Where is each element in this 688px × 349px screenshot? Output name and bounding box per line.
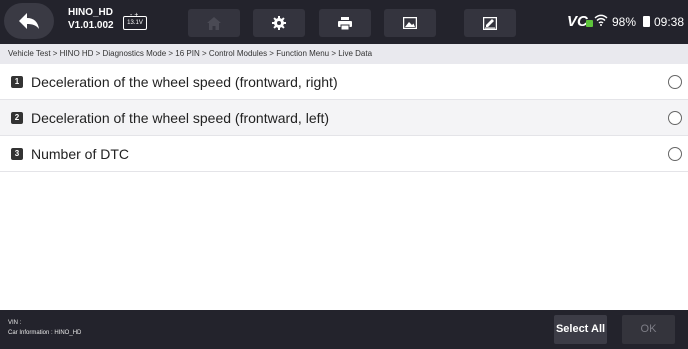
battery-percent: 98% — [612, 15, 637, 29]
item-number-badge: 1 — [11, 76, 23, 88]
screenshot-button[interactable] — [384, 9, 436, 37]
home-button[interactable] — [188, 9, 240, 37]
item-label: Deceleration of the wheel speed (frontwa… — [31, 110, 330, 126]
settings-button[interactable] — [253, 9, 305, 37]
edit-button[interactable] — [464, 9, 516, 37]
list-item[interactable]: 1 Deceleration of the wheel speed (front… — [0, 64, 688, 100]
gear-icon — [272, 16, 286, 30]
item-radio-button[interactable] — [668, 75, 682, 89]
print-button[interactable] — [319, 9, 371, 37]
home-icon — [207, 16, 221, 30]
item-radio-button[interactable] — [668, 147, 682, 161]
top-bar: HINO_HD V1.01.002 - + 13.1V VC 98% 09:38 — [0, 0, 688, 44]
vci-status-icon: VC — [567, 13, 593, 31]
list-item[interactable]: 2 Deceleration of the wheel speed (front… — [0, 100, 688, 136]
select-all-button[interactable]: Select All — [554, 315, 607, 344]
item-number-badge: 3 — [11, 148, 23, 160]
bottom-bar: VIN : Car Information : HINO_HD Select A… — [0, 310, 688, 349]
back-button[interactable] — [4, 3, 54, 39]
battery-icon — [643, 16, 650, 27]
list-item[interactable]: 3 Number of DTC — [0, 136, 688, 172]
back-arrow-icon — [19, 13, 39, 29]
printer-icon — [338, 16, 352, 30]
edit-icon — [483, 16, 497, 30]
image-icon — [403, 17, 417, 29]
vci-label: VC — [567, 13, 588, 30]
clock: 09:38 — [654, 15, 685, 29]
breadcrumb: Vehicle Test > HINO HD > Diagnostics Mod… — [0, 44, 688, 64]
ok-button[interactable]: OK — [622, 315, 675, 344]
vehicle-battery-icon: - + 13.1V — [123, 12, 147, 30]
item-label: Number of DTC — [31, 146, 130, 162]
app-version: V1.01.002 — [68, 20, 114, 31]
wifi-icon — [594, 14, 608, 26]
vin-label: VIN : — [8, 320, 22, 326]
battery-voltage: 13.1V — [127, 20, 143, 26]
car-information: Car Information : HINO_HD — [8, 330, 82, 336]
app-name: HINO_HD — [68, 7, 114, 18]
item-number-badge: 2 — [11, 112, 23, 124]
live-data-list: 1 Deceleration of the wheel speed (front… — [0, 64, 688, 172]
item-radio-button[interactable] — [668, 111, 682, 125]
item-label: Deceleration of the wheel speed (frontwa… — [31, 74, 338, 90]
